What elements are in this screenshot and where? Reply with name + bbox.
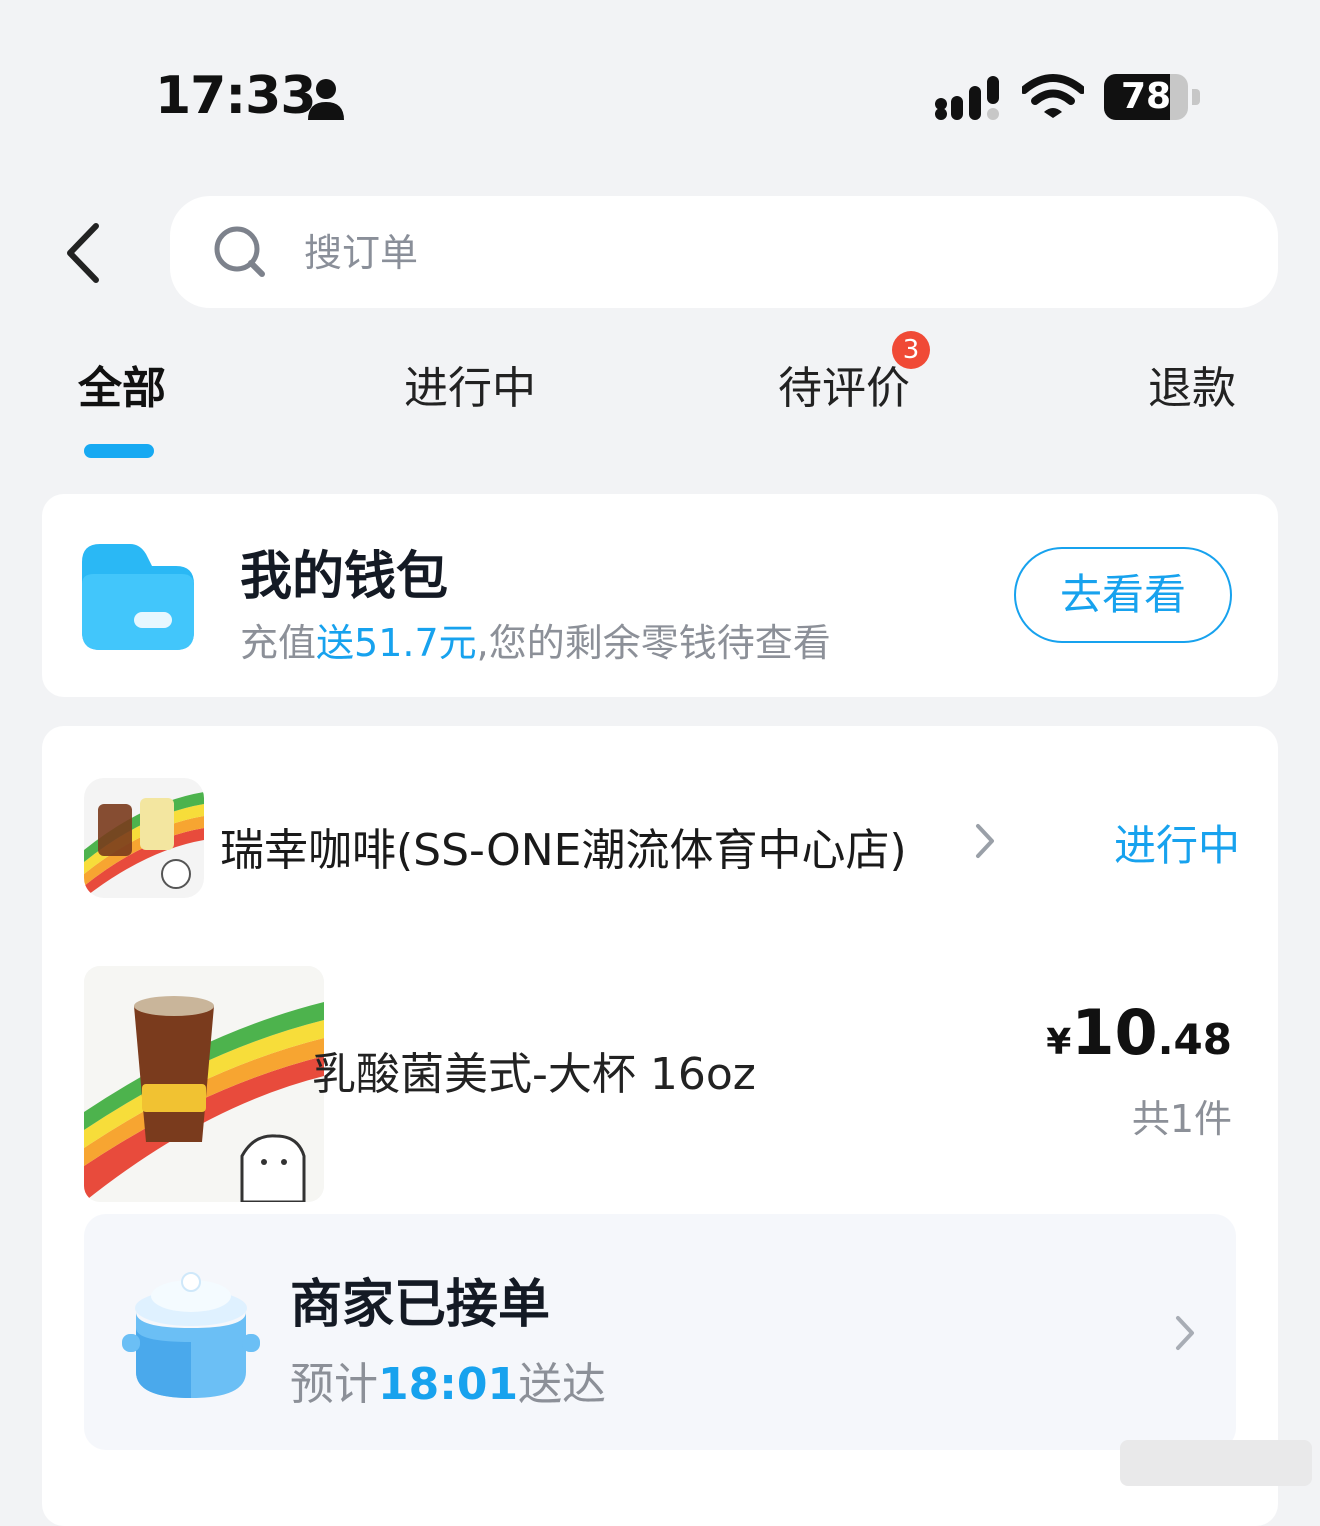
pot-icon (122, 1272, 260, 1398)
wallet-folder-icon (82, 544, 194, 650)
signal-icon (935, 76, 999, 120)
chevron-left-icon (67, 223, 99, 283)
delivery-eta: 预计18:01送达 (290, 1359, 607, 1410)
wallet-title: 我的钱包 (240, 547, 449, 607)
tab-pending-review[interactable]: 待评价 (778, 352, 910, 416)
product-price: ¥10.48 (1046, 996, 1232, 1069)
order-card[interactable]: 瑞幸咖啡(SS-ONE潮流体育中心店) 进行中 乳酸菌美式-大杯 16oz ¥1… (42, 726, 1278, 1526)
order-status: 进行中 (1114, 821, 1241, 870)
wallet-card[interactable]: 我的钱包 充值送51.7元,您的剩余零钱待查看 去看看 (42, 494, 1278, 697)
search-icon (214, 226, 265, 277)
person-icon (308, 79, 344, 120)
status-time: 17:33 (155, 66, 317, 126)
chevron-right-icon (976, 824, 994, 858)
overlay-watermark (1120, 1440, 1312, 1486)
wallet-subtitle: 充值送51.7元,您的剩余零钱待查看 (240, 621, 831, 665)
product-quantity: 共1件 (1131, 1097, 1232, 1141)
back-button[interactable] (58, 218, 108, 288)
store-logo (84, 778, 204, 898)
search-bar[interactable] (170, 196, 1278, 308)
tab-in-progress[interactable]: 进行中 (404, 352, 536, 416)
product-name: 乳酸菌美式-大杯 16oz (312, 1049, 756, 1100)
wallet-bonus: 送51.7元 (316, 621, 477, 665)
delivery-title: 商家已接单 (290, 1275, 551, 1335)
tab-all[interactable]: 全部 (78, 352, 166, 416)
review-count-badge: 3 (892, 331, 930, 369)
chevron-right-icon (1176, 1316, 1194, 1350)
wifi-icon (1022, 74, 1084, 118)
eta-time: 18:01 (378, 1359, 519, 1410)
battery-icon: 78 (1104, 74, 1200, 120)
store-name[interactable]: 瑞幸咖啡(SS-ONE潮流体育中心店) (220, 814, 907, 878)
search-input[interactable] (302, 222, 1206, 284)
battery-level: 78 (1120, 76, 1172, 117)
product-image (84, 966, 324, 1202)
tab-refund[interactable]: 退款 (1148, 352, 1236, 416)
delivery-status-panel[interactable]: 商家已接单 预计18:01送达 (84, 1214, 1236, 1450)
active-tab-indicator (84, 444, 154, 458)
wallet-view-button[interactable]: 去看看 (1014, 547, 1232, 643)
status-bar: 17:33 78 (0, 0, 1320, 170)
